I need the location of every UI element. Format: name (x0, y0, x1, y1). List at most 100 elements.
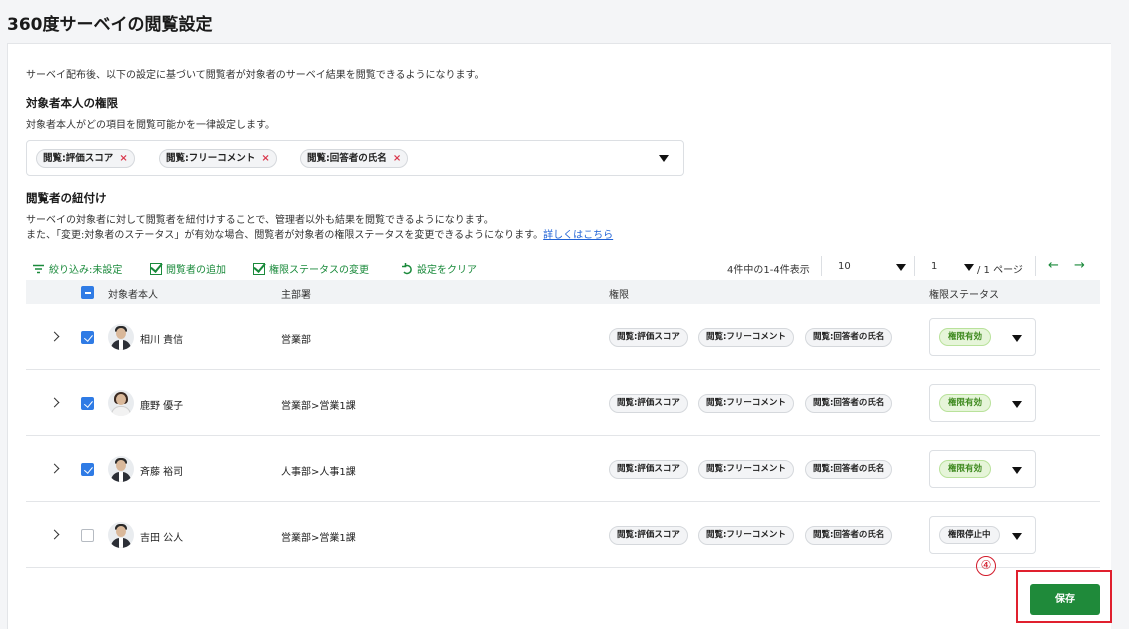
row-checkbox[interactable] (81, 463, 94, 476)
avatar (108, 324, 134, 350)
permission-chip: 閲覧:評価スコア (609, 526, 688, 545)
status-select[interactable]: 権限有効 (929, 384, 1036, 422)
annotation-number: ④ (976, 556, 996, 576)
permission-chip: 閲覧:評価スコア (609, 460, 688, 479)
per-page-select[interactable]: 10 (838, 261, 851, 272)
filter-label: 絞り込み:未設定 (49, 265, 123, 276)
permission-chip: 閲覧:回答者の氏名 (805, 526, 893, 545)
self-permission-description: 対象者本人がどの項目を閲覧可能かを一律設定します。 (26, 120, 275, 131)
permission-chip: 閲覧:評価スコア (609, 394, 688, 413)
change-status-label: 権限ステータスの変更 (269, 265, 369, 276)
permission-chip: 閲覧:フリーコメント (698, 526, 794, 545)
department: 営業部>営業1課 (281, 533, 356, 544)
table-row: 鹿野 優子 営業部>営業1課 閲覧:評価スコア 閲覧:フリーコメント 閲覧:回答… (26, 370, 1100, 436)
selected-chip: 閲覧:評価スコア × (36, 149, 135, 168)
self-permission-select[interactable]: 閲覧:評価スコア × 閲覧:フリーコメント × 閲覧:回答者の氏名 × (26, 140, 684, 176)
column-header-name: 対象者本人 (108, 290, 158, 301)
permission-chip: 閲覧:フリーコメント (698, 460, 794, 479)
page-title: 360度サーベイの閲覧設定 (7, 15, 213, 35)
person-name: 相川 貴信 (140, 335, 184, 346)
clear-settings-button[interactable]: 設定をクリア (401, 261, 477, 276)
row-checkbox[interactable] (81, 397, 94, 410)
table-row: 相川 貴信 営業部 閲覧:評価スコア 閲覧:フリーコメント 閲覧:回答者の氏名 … (26, 304, 1100, 370)
department: 人事部>人事1課 (281, 467, 356, 478)
remove-chip-icon[interactable]: × (261, 150, 269, 167)
pagination-summary: 4件中の1-4件表示 (727, 265, 810, 276)
permission-chip: 閲覧:フリーコメント (698, 394, 794, 413)
remove-chip-icon[interactable]: × (393, 150, 401, 167)
status-badge: 権限有効 (939, 460, 992, 478)
selected-chip: 閲覧:回答者の氏名 × (300, 149, 409, 168)
filter-icon (33, 264, 44, 273)
column-header-permissions: 権限 (609, 290, 629, 301)
chevron-right-icon[interactable] (49, 529, 60, 540)
column-header-dept: 主部署 (281, 290, 311, 301)
permission-chip: 閲覧:回答者の氏名 (805, 328, 893, 347)
viewer-link-desc-1: サーベイの対象者に対して閲覧者を紐付けすることで、管理者以外も結果を閲覧できるよ… (26, 215, 494, 226)
viewer-link-desc-2-text: また、「変更:対象者のステータス」が有効な場合、閲覧者が対象者の権限ステータスを… (26, 230, 544, 241)
page-value: 1 (931, 261, 938, 272)
chevron-down-icon (1012, 467, 1022, 474)
prev-page-arrow-icon[interactable]: ← (1048, 258, 1059, 273)
department: 営業部>営業1課 (281, 401, 356, 412)
table-row: 斉藤 裕司 人事部>人事1課 閲覧:評価スコア 閲覧:フリーコメント 閲覧:回答… (26, 436, 1100, 502)
status-select[interactable]: 権限有効 (929, 318, 1036, 356)
viewer-link-title: 閲覧者の紐付け (26, 191, 107, 205)
chevron-down-icon[interactable] (659, 155, 669, 162)
page-total: / 1 ページ (977, 265, 1023, 276)
divider (914, 256, 915, 276)
checkbox-edit-icon (150, 262, 162, 275)
status-select[interactable]: 権限停止中 (929, 516, 1036, 554)
add-viewer-button[interactable]: 閲覧者の追加 (150, 261, 226, 276)
chevron-right-icon[interactable] (49, 331, 60, 342)
clear-settings-label: 設定をクリア (417, 265, 477, 276)
divider (821, 256, 822, 276)
table-header: 対象者本人 主部署 権限 権限ステータス (26, 280, 1100, 304)
chevron-right-icon[interactable] (49, 463, 60, 474)
chevron-down-icon[interactable] (896, 264, 906, 271)
chip-label: 閲覧:評価スコア (43, 153, 114, 164)
add-viewer-label: 閲覧者の追加 (166, 265, 226, 276)
next-page-arrow-icon[interactable]: → (1074, 258, 1085, 273)
save-button[interactable]: 保存 (1030, 584, 1100, 615)
avatar (108, 522, 134, 548)
row-checkbox[interactable] (81, 331, 94, 344)
remove-chip-icon[interactable]: × (119, 150, 127, 167)
status-badge: 権限有効 (939, 394, 992, 412)
settings-card: サーベイ配布後、以下の設定に基づいて閲覧者が対象者のサーベイ結果を閲覧できるよう… (7, 43, 1112, 629)
permission-chip: 閲覧:回答者の氏名 (805, 394, 893, 413)
column-header-status: 権限ステータス (929, 290, 999, 301)
row-checkbox[interactable] (81, 529, 94, 542)
person-name: 斉藤 裕司 (140, 467, 184, 478)
chip-label: 閲覧:回答者の氏名 (307, 153, 387, 164)
permission-chip: 閲覧:フリーコメント (698, 328, 794, 347)
status-badge: 権限有効 (939, 328, 992, 346)
status-select[interactable]: 権限有効 (929, 450, 1036, 488)
chevron-down-icon (1012, 335, 1022, 342)
permission-chip: 閲覧:回答者の氏名 (805, 460, 893, 479)
status-badge: 権限停止中 (939, 526, 1000, 544)
table-row: 吉田 公人 営業部>営業1課 閲覧:評価スコア 閲覧:フリーコメント 閲覧:回答… (26, 502, 1100, 568)
chevron-down-icon[interactable] (964, 264, 974, 271)
chip-label: 閲覧:フリーコメント (166, 153, 256, 164)
person-name: 吉田 公人 (140, 533, 184, 544)
person-name: 鹿野 優子 (140, 401, 184, 412)
more-info-link[interactable]: 詳しくはこちら (543, 230, 613, 241)
permission-chip: 閲覧:評価スコア (609, 328, 688, 347)
chevron-right-icon[interactable] (49, 397, 60, 408)
change-status-button[interactable]: 権限ステータスの変更 (253, 261, 369, 276)
chevron-down-icon (1012, 533, 1022, 540)
divider (1035, 256, 1036, 276)
filter-button[interactable]: 絞り込み:未設定 (32, 261, 122, 276)
avatar (108, 390, 134, 416)
self-permission-title: 対象者本人の権限 (26, 96, 118, 110)
per-page-value: 10 (838, 261, 851, 272)
select-all-checkbox[interactable] (81, 286, 94, 299)
page-select[interactable]: 1 (931, 261, 937, 272)
department: 営業部 (281, 335, 311, 346)
viewer-link-desc-2: また、「変更:対象者のステータス」が有効な場合、閲覧者が対象者の権限ステータスを… (26, 228, 613, 243)
chevron-down-icon (1012, 401, 1022, 408)
undo-icon (402, 262, 412, 274)
avatar (108, 456, 134, 482)
intro-text: サーベイ配布後、以下の設定に基づいて閲覧者が対象者のサーベイ結果を閲覧できるよう… (26, 70, 485, 81)
